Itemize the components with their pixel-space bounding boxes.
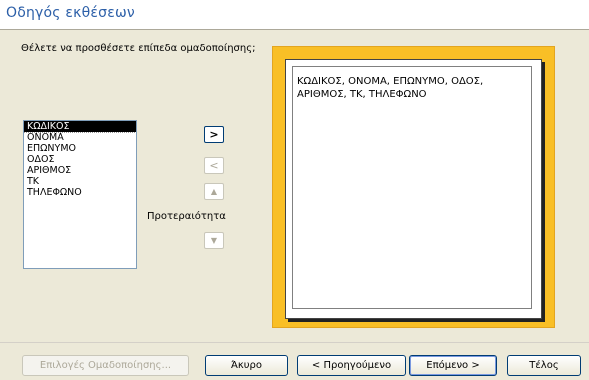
wizard-title: Οδηγός εκθέσεων	[6, 5, 135, 21]
grouping-question: Θέλετε να προσθέσετε επίπεδα ομαδοποίηση…	[21, 43, 256, 54]
grouping-preview-text: ΚΩΔΙΚΟΣ, ΟΝΟΜΑ, ΕΠΩΝΥΜΟ, ΟΔΟΣ, ΑΡΙΘΜΟΣ, …	[297, 76, 484, 100]
grouping-preview-card: ΚΩΔΙΚΟΣ, ΟΝΟΜΑ, ΕΠΩΝΥΜΟ, ΟΔΟΣ, ΑΡΙΘΜΟΣ, …	[285, 59, 542, 319]
cancel-button[interactable]: Άκυρο	[205, 355, 288, 376]
grouping-options-button[interactable]: Επιλογές Ομαδοποίησης...	[22, 355, 189, 376]
field-item-tilefono[interactable]: ΤΗΛΕΦΩΝΟ	[24, 187, 136, 198]
field-item-kodikos[interactable]: ΚΩΔΙΚΟΣ	[24, 121, 136, 133]
grouping-preview-frame: ΚΩΔΙΚΟΣ, ΟΝΟΜΑ, ΕΠΩΝΥΜΟ, ΟΔΟΣ, ΑΡΙΘΜΟΣ, …	[272, 46, 555, 328]
wizard-header: Οδηγός εκθέσεων	[0, 0, 589, 30]
field-item-onoma[interactable]: ΟΝΟΜΑ	[24, 132, 136, 143]
field-item-odos[interactable]: ΟΔΟΣ	[24, 154, 136, 165]
field-item-arithmos[interactable]: ΑΡΙΘΜΟΣ	[24, 165, 136, 176]
priority-up-icon[interactable]: ▲	[204, 183, 224, 200]
footer-divider	[0, 342, 589, 343]
grouping-preview-box: ΚΩΔΙΚΟΣ, ΟΝΟΜΑ, ΕΠΩΝΥΜΟ, ΟΔΟΣ, ΑΡΙΘΜΟΣ, …	[292, 66, 532, 309]
add-group-button[interactable]: >	[204, 126, 224, 143]
priority-label: Προτεραιότητα	[147, 211, 226, 222]
available-fields-list[interactable]: ΚΩΔΙΚΟΣ ΟΝΟΜΑ ΕΠΩΝΥΜΟ ΟΔΟΣ ΑΡΙΘΜΟΣ ΤΚ ΤΗ…	[23, 120, 137, 269]
remove-group-button[interactable]: <	[204, 157, 224, 174]
next-button[interactable]: Επόμενο >	[409, 355, 497, 376]
back-button[interactable]: < Προηγούμενο	[297, 355, 406, 376]
priority-down-icon[interactable]: ▼	[204, 232, 224, 249]
finish-button[interactable]: Τέλος	[507, 355, 581, 376]
field-item-tk[interactable]: ΤΚ	[24, 176, 136, 187]
field-item-eponymo[interactable]: ΕΠΩΝΥΜΟ	[24, 143, 136, 154]
